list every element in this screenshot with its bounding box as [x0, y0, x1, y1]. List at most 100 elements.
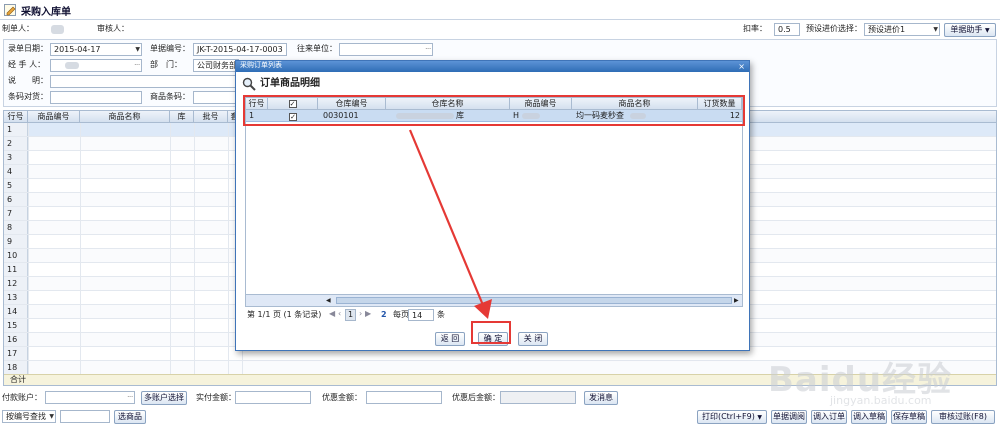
doc-lookup-button[interactable]: 单据调阅 — [771, 410, 807, 424]
import-order-button[interactable]: 调入订单 — [811, 410, 847, 424]
col-header-product-name[interactable]: 商品名称 — [80, 111, 170, 122]
more-icon[interactable]: ··· — [127, 393, 133, 403]
close-button[interactable]: 关 闭 — [518, 332, 548, 346]
barcode-check-input[interactable] — [50, 91, 142, 104]
column-divider — [194, 123, 195, 136]
col-header-row: 行号 — [4, 111, 28, 122]
payment-account-input[interactable]: ··· — [45, 391, 135, 404]
column-divider — [80, 207, 81, 220]
row-number: 11 — [4, 263, 28, 276]
print-button[interactable]: 打印(Ctrl+F9) ▼ — [697, 410, 767, 424]
save-draft-button[interactable]: 保存草稿 — [891, 410, 927, 424]
scroll-thumb[interactable] — [336, 297, 732, 304]
print-label: 打印(Ctrl+F9) — [701, 412, 755, 421]
discount-amount-label: 优惠金额： — [322, 393, 362, 402]
dept-input[interactable]: 公司财务部 — [193, 59, 239, 72]
dialog-titlebar[interactable]: 采购订单列表 × — [236, 61, 749, 72]
close-icon[interactable]: × — [738, 61, 745, 72]
column-divider — [194, 137, 195, 150]
column-divider — [28, 193, 29, 206]
column-divider — [28, 207, 29, 220]
column-divider — [194, 207, 195, 220]
row-number: 3 — [4, 151, 28, 164]
select-product-button[interactable]: 选商品 — [114, 410, 146, 424]
edit-document-icon — [4, 4, 16, 16]
more-icon[interactable]: ··· — [134, 61, 140, 71]
first-page-icon[interactable]: ◀ — [329, 309, 335, 318]
doc-helper-button[interactable]: 单据助手 ▼ — [944, 23, 996, 37]
note-label: 说 明： — [8, 76, 48, 85]
column-divider — [28, 319, 29, 332]
column-divider — [228, 291, 229, 304]
last-page-icon[interactable]: ▶ — [365, 309, 371, 318]
handler-input[interactable]: ··· — [50, 59, 142, 72]
doc-no-input[interactable]: JK-T-2015-04-17-0003 — [193, 43, 287, 56]
payment-account-label: 付款账户： — [2, 393, 42, 402]
partner-input[interactable]: ··· — [339, 43, 433, 56]
current-page[interactable]: 1 — [345, 309, 356, 321]
col-header-stock[interactable]: 库 — [170, 111, 194, 122]
col-header-product-code[interactable]: 商品编号 — [28, 111, 80, 122]
after-discount-input — [500, 391, 576, 404]
column-divider — [80, 305, 81, 318]
column-divider — [194, 221, 195, 234]
column-divider — [170, 207, 171, 220]
discount-input[interactable]: 0.5 — [774, 23, 800, 36]
multi-account-button[interactable]: 多账户选择 — [141, 391, 187, 405]
column-divider — [194, 277, 195, 290]
column-divider — [170, 305, 171, 318]
col-header-batch[interactable]: 批号 — [194, 111, 228, 122]
row-number: 14 — [4, 305, 28, 318]
product-search-input[interactable] — [60, 410, 110, 423]
column-divider — [170, 165, 171, 178]
column-divider — [170, 319, 171, 332]
column-divider — [228, 193, 229, 206]
send-message-button[interactable]: 发消息 — [584, 391, 618, 405]
paid-amount-input[interactable] — [235, 391, 311, 404]
column-divider — [170, 263, 171, 276]
dialog-title: 采购订单列表 — [240, 61, 282, 69]
column-divider — [80, 221, 81, 234]
scroll-right-icon[interactable]: ▶ — [734, 295, 739, 307]
next-page-icon[interactable]: › — [359, 309, 362, 318]
row-number: 1 — [4, 123, 28, 136]
row-number: 18 — [4, 361, 28, 374]
column-divider — [170, 221, 171, 234]
date-label: 录单日期： — [8, 44, 48, 53]
preset-price-select[interactable]: 预设进价1 ▼ — [864, 23, 940, 36]
row-number: 13 — [4, 291, 28, 304]
column-divider — [228, 179, 229, 192]
column-divider — [228, 319, 229, 332]
column-divider — [80, 263, 81, 276]
column-divider — [228, 221, 229, 234]
discount-amount-input[interactable] — [366, 391, 442, 404]
column-divider — [80, 347, 81, 360]
import-draft-button[interactable]: 调入草稿 — [851, 410, 887, 424]
audit-post-button[interactable]: 审核过账(F8) — [931, 410, 995, 424]
preset-price-value: 预设进价1 — [868, 25, 906, 34]
column-divider — [194, 249, 195, 262]
back-button[interactable]: 返 回 — [435, 332, 465, 346]
column-divider — [28, 221, 29, 234]
doc-no-label: 单据编号： — [150, 44, 190, 53]
refresh-link[interactable]: 2 — [381, 309, 387, 321]
column-divider — [80, 193, 81, 206]
note-input[interactable] — [50, 75, 238, 88]
more-icon[interactable]: ··· — [425, 45, 431, 55]
column-divider — [242, 361, 243, 374]
product-barcode-input[interactable] — [193, 91, 239, 104]
column-divider — [28, 361, 29, 374]
date-input[interactable]: 2015-04-17 ▼ — [50, 43, 142, 56]
prev-page-icon[interactable]: ‹ — [338, 309, 341, 318]
column-divider — [170, 179, 171, 192]
column-divider — [170, 277, 171, 290]
search-mode-select[interactable]: 按编号查找 ▼ — [2, 410, 56, 423]
column-divider — [194, 361, 195, 374]
column-divider — [194, 347, 195, 360]
column-divider — [80, 249, 81, 262]
column-divider — [228, 277, 229, 290]
scroll-left-icon[interactable]: ◀ — [326, 295, 331, 307]
column-divider — [194, 291, 195, 304]
watermark: Baidu经验 jingyan.baidu.com — [760, 352, 995, 412]
column-divider — [170, 249, 171, 262]
